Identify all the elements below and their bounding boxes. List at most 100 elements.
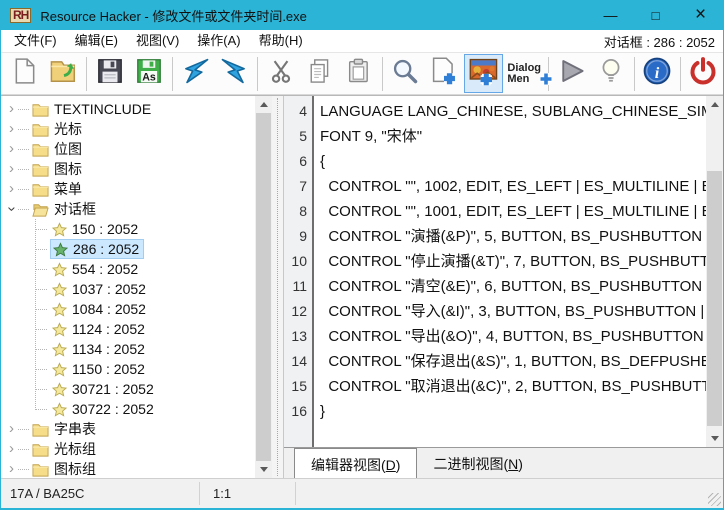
maximize-button[interactable]: □ (633, 0, 678, 30)
paste-button[interactable] (340, 54, 379, 93)
editor-scrollbar-thumb[interactable] (707, 171, 722, 426)
sidebar-item-stringtable[interactable]: › 字串表 (1, 419, 255, 439)
folder-icon (32, 442, 49, 457)
code-line: CONTROL "停止演播(&T)", 7, BUTTON, BS_PUSHBU… (320, 249, 706, 274)
go-back-button[interactable] (176, 54, 215, 93)
star-icon (52, 342, 67, 357)
save-as-button[interactable]: As (130, 54, 169, 93)
tree-item-150-2052[interactable]: 150 : 2052 (1, 219, 255, 239)
tree-item-1084-2052[interactable]: 1084 : 2052 (1, 299, 255, 319)
add-dialog-menu-button[interactable]: Dialog Men (503, 54, 545, 93)
add-resource-button[interactable] (425, 54, 464, 93)
resize-grip[interactable] (708, 493, 721, 506)
info-icon: i (642, 56, 672, 91)
save-icon (95, 56, 125, 91)
exit-button[interactable] (684, 54, 723, 93)
tree-scrollbar[interactable] (255, 96, 272, 478)
tree-item-554-2052[interactable]: 554 : 2052 (1, 259, 255, 279)
plus-icon (539, 72, 553, 89)
save-button[interactable] (90, 54, 129, 93)
scroll-down-arrow[interactable] (255, 461, 272, 478)
sidebar-item-cursorgroup[interactable]: › 光标组 (1, 439, 255, 459)
tree-guide (36, 309, 47, 310)
scroll-up-arrow[interactable] (255, 96, 272, 113)
sidebar-item-dialog[interactable]: › 对话框 (1, 199, 255, 219)
chevron-right-icon[interactable]: › (5, 120, 18, 138)
chevron-right-icon[interactable]: › (5, 440, 18, 458)
tree-guide (36, 389, 47, 390)
menu-action[interactable]: 操作(A) (188, 30, 249, 52)
chevron-right-icon[interactable]: › (5, 460, 18, 478)
tree-guide (18, 149, 29, 150)
chevron-right-icon[interactable]: › (5, 180, 18, 198)
find-button[interactable] (386, 54, 425, 93)
tree-item-1124-2052[interactable]: 1124 : 2052 (1, 319, 255, 339)
menu-help[interactable]: 帮助(H) (250, 30, 312, 52)
sidebar-item-cursor[interactable]: › 光标 (1, 119, 255, 139)
scissors-icon (267, 57, 295, 90)
menu-view[interactable]: 视图(V) (127, 30, 188, 52)
menu-file[interactable]: 文件(F) (5, 30, 66, 52)
sidebar-item-menu[interactable]: › 菜单 (1, 179, 255, 199)
star-icon (52, 402, 67, 417)
tree-item-30722-2052[interactable]: 30722 : 2052 (1, 399, 255, 419)
tree-guide (36, 229, 47, 230)
tree-item-1150-2052[interactable]: 1150 : 2052 (1, 359, 255, 379)
scroll-up-arrow[interactable] (706, 96, 723, 113)
tree-item-1134-2052[interactable]: 1134 : 2052 (1, 339, 255, 359)
tree-scrollbar-thumb[interactable] (256, 113, 271, 461)
go-forward-button[interactable] (215, 54, 254, 93)
toolbar-separator (172, 57, 173, 91)
star-icon (52, 362, 67, 377)
dialog-children: 150 : 2052 286 : 2052 554 : 2052 (1, 219, 255, 419)
cut-button[interactable] (261, 54, 300, 93)
copy-icon (306, 57, 334, 90)
tree-item-30721-2052[interactable]: 30721 : 2052 (1, 379, 255, 399)
view-tab-bar: 编辑器视图(D) 二进制视图(N) (284, 447, 723, 478)
chevron-down-icon[interactable]: › (3, 203, 21, 216)
tab-binary-view[interactable]: 二进制视图(N) (417, 449, 538, 477)
sidebar-item-bitmap[interactable]: › 位图 (1, 139, 255, 159)
sidebar-item-icongroup[interactable]: › 图标组 (1, 459, 255, 478)
tree-guide (36, 409, 47, 410)
about-button[interactable]: i (638, 54, 677, 93)
minimize-button[interactable]: — (588, 0, 633, 30)
tree-item-286-2052[interactable]: 286 : 2052 (1, 239, 255, 259)
new-document-button[interactable] (5, 54, 44, 93)
open-file-button[interactable] (44, 54, 83, 93)
play-icon (557, 56, 587, 91)
code-line: LANGUAGE LANG_CHINESE, SUBLANG_CHINESE_S… (320, 99, 706, 124)
menu-edit[interactable]: 编辑(E) (66, 30, 127, 52)
add-image-resource-button[interactable] (464, 54, 503, 93)
chevron-right-icon[interactable]: › (5, 100, 18, 118)
folder-icon (32, 102, 49, 117)
star-icon (52, 382, 67, 397)
code-editor[interactable]: LANGUAGE LANG_CHINESE, SUBLANG_CHINESE_S… (314, 96, 706, 447)
menu-bar: 文件(F) 编辑(E) 视图(V) 操作(A) 帮助(H) 对话框 : 286 … (1, 30, 723, 52)
toolbar-separator (257, 57, 258, 91)
status-bar: 17A / BA25C 1:1 (1, 478, 723, 508)
sidebar-item-icon[interactable]: › 图标 (1, 159, 255, 179)
tree-item-1037-2052[interactable]: 1037 : 2052 (1, 279, 255, 299)
hints-button[interactable] (591, 54, 630, 93)
tree-guide (36, 369, 47, 370)
editor-scrollbar[interactable] (706, 96, 723, 447)
chevron-right-icon[interactable]: › (5, 140, 18, 158)
copy-button[interactable] (300, 54, 339, 93)
toolbar-separator (86, 57, 87, 91)
tree-guide (18, 429, 29, 430)
star-icon-selected (53, 242, 68, 257)
scroll-down-arrow[interactable] (706, 430, 723, 447)
sidebar-item-textinclude[interactable]: › TEXTINCLUDE (1, 99, 255, 119)
tab-editor-view[interactable]: 编辑器视图(D) (294, 448, 417, 478)
panel-splitter[interactable] (272, 96, 283, 478)
run-button[interactable] (552, 54, 591, 93)
editor-body: 4 5 6 7 8 9 10 11 12 13 14 15 16 LANGUAG… (284, 96, 723, 447)
tree-guide (36, 349, 47, 350)
star-icon (52, 262, 67, 277)
open-folder-icon (32, 202, 49, 217)
chevron-right-icon[interactable]: › (5, 420, 18, 438)
chevron-right-icon[interactable]: › (5, 160, 18, 178)
title-bar: RH Resource Hacker - 修改文件或文件夹时间.exe — □ … (1, 0, 723, 30)
close-button[interactable]: × (678, 0, 723, 30)
